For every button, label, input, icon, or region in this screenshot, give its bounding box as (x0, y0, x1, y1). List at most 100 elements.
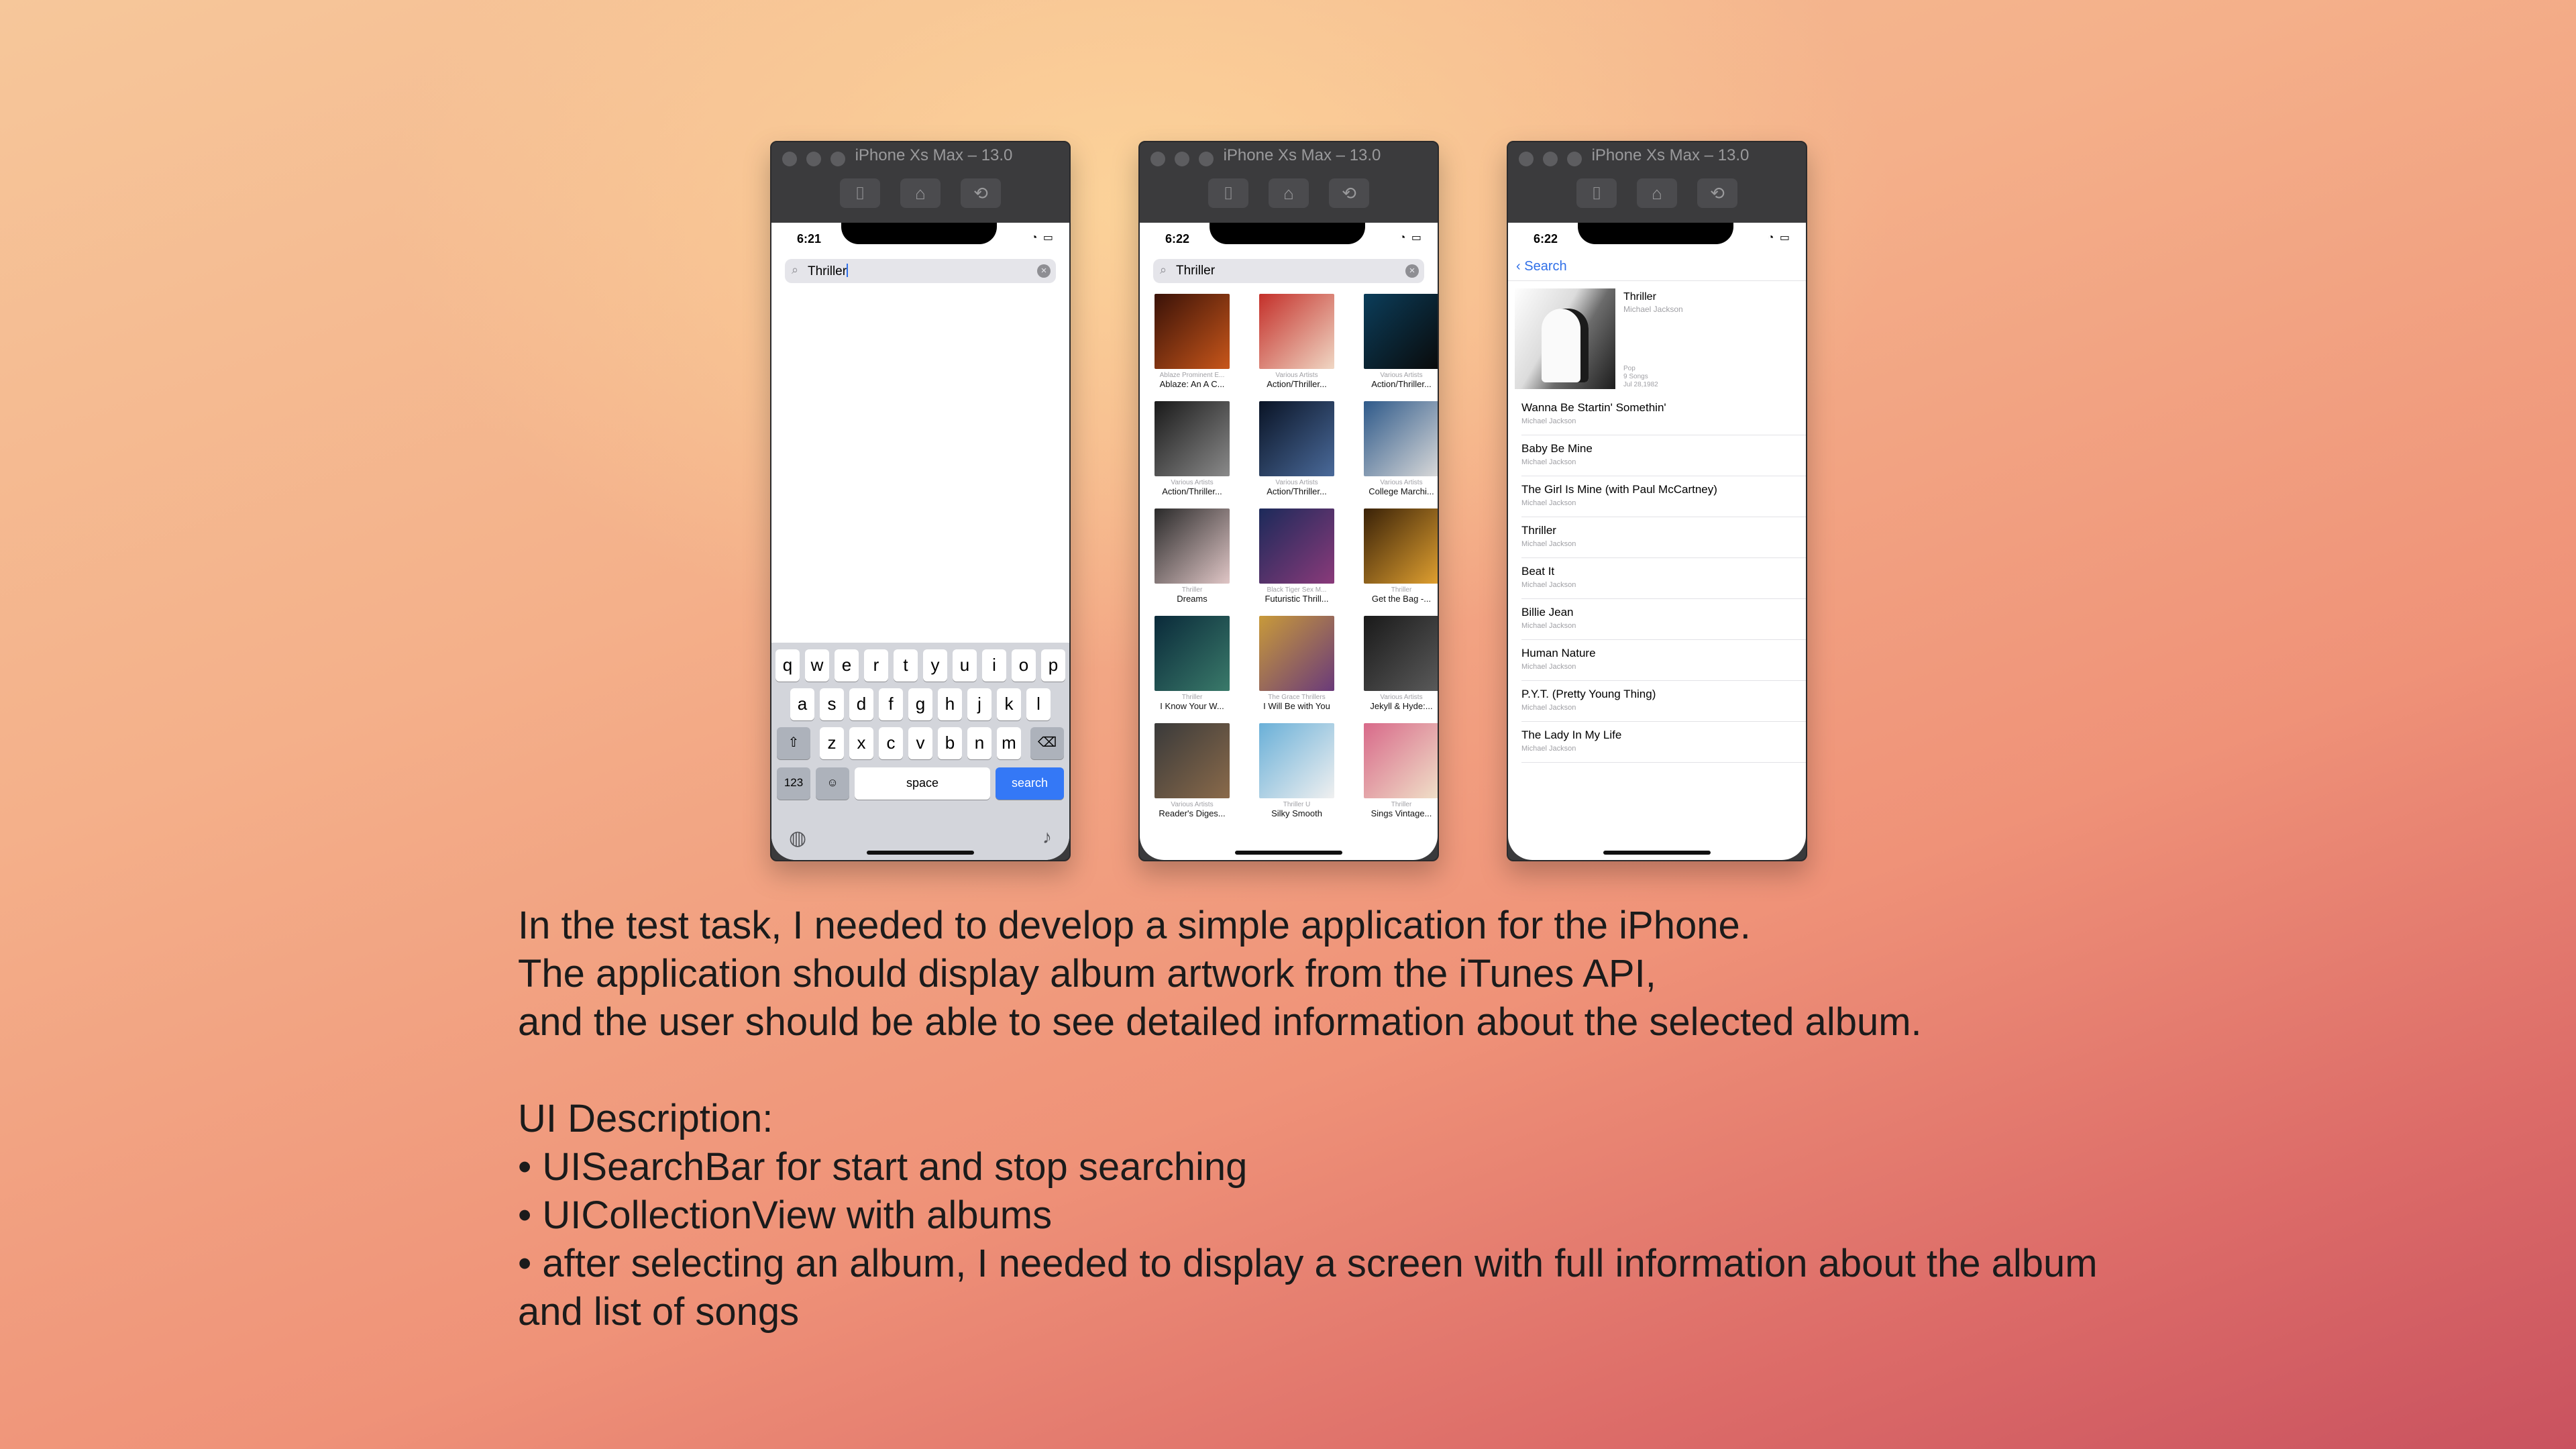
album-artist: Various Artists (1171, 801, 1214, 808)
album-artwork (1259, 401, 1334, 476)
song-title: Baby Be Mine (1521, 442, 1593, 455)
key-g[interactable]: g (908, 688, 932, 720)
song-artist: Michael Jackson (1521, 704, 1576, 712)
song-artist: Michael Jackson (1521, 417, 1576, 425)
rotate-icon[interactable]: ⟲ (961, 178, 1001, 208)
search-bar[interactable]: ⌕ Thriller × (1153, 259, 1424, 283)
album-cell[interactable]: Thriller Dreams (1146, 508, 1238, 609)
screenshot-camera-icon[interactable]: ⌷ (840, 178, 880, 208)
song-row[interactable]: P.Y.T. (Pretty Young Thing) Michael Jacks… (1521, 681, 1806, 722)
key-s[interactable]: s (820, 688, 844, 720)
album-cell[interactable]: Various Artists Action/Thriller... (1251, 401, 1342, 502)
description: In the test task, I needed to develop a … (518, 902, 2128, 1336)
song-row[interactable]: Human Nature Michael Jackson (1521, 640, 1806, 681)
album-title: I Will Be with You (1263, 701, 1330, 711)
key-i[interactable]: i (982, 649, 1006, 682)
song-title: Human Nature (1521, 647, 1596, 659)
bullet-searchbar: • UISearchBar for start and stop searchi… (518, 1145, 1248, 1189)
song-row[interactable]: Thriller Michael Jackson (1521, 517, 1806, 558)
album-cell[interactable]: The Grace Thrillers I Will Be with You (1251, 616, 1342, 716)
search-key[interactable]: search (996, 767, 1064, 800)
rotate-icon[interactable]: ⟲ (1697, 178, 1737, 208)
key-q[interactable]: q (775, 649, 800, 682)
album-title: Ablaze: An A C... (1159, 379, 1225, 389)
album-cell[interactable]: Various Artists Action/Thriller... (1251, 294, 1342, 394)
clear-icon[interactable]: × (1405, 264, 1419, 278)
screenshot-camera-icon[interactable]: ⌷ (1576, 178, 1617, 208)
key-d[interactable]: d (849, 688, 873, 720)
simulator-window-detail: iPhone Xs Max – 13.0 ⌷ ⌂ ⟲ 6:22 ◔ ▭ ‹ Se… (1507, 141, 1807, 861)
space-key[interactable]: space (855, 767, 991, 800)
globe-icon[interactable]: ◍ (789, 826, 806, 850)
key-a[interactable]: a (790, 688, 814, 720)
key-v[interactable]: v (908, 727, 932, 759)
key-n[interactable]: n (967, 727, 991, 759)
key-e[interactable]: e (835, 649, 859, 682)
emoji-key[interactable]: ☺ (816, 767, 849, 800)
album-cell[interactable]: Various Artists Action/Thriller... (1356, 294, 1438, 394)
song-artist: Michael Jackson (1521, 581, 1576, 589)
album-title: Reader's Diges... (1159, 808, 1226, 818)
song-artist: Michael Jackson (1521, 499, 1576, 507)
key-p[interactable]: p (1041, 649, 1065, 682)
album-title: Jekyll & Hyde:... (1370, 701, 1433, 711)
key-t[interactable]: t (894, 649, 918, 682)
key-b[interactable]: b (938, 727, 962, 759)
key-l[interactable]: l (1026, 688, 1051, 720)
home-icon[interactable]: ⌂ (900, 178, 941, 208)
album-cell[interactable]: Thriller I Know Your W... (1146, 616, 1238, 716)
song-row[interactable]: The Girl Is Mine (with Paul McCartney) Mi… (1521, 476, 1806, 517)
microphone-icon[interactable]: ♪ (1042, 826, 1052, 848)
album-cell[interactable]: Thriller Sings Vintage... (1356, 723, 1438, 824)
album-cell[interactable]: Black Tiger Sex M... Futuristic Thrill... (1251, 508, 1342, 609)
status-time: 6:22 (1165, 232, 1190, 246)
album-cell[interactable]: Thriller U Silky Smooth (1251, 723, 1342, 824)
song-row[interactable]: Baby Be Mine Michael Jackson (1521, 435, 1806, 476)
album-cell[interactable]: Thriller Get the Bag -... (1356, 508, 1438, 609)
album-cell[interactable]: Various Artists Action/Thriller... (1146, 401, 1238, 502)
key-r[interactable]: r (864, 649, 888, 682)
album-artwork (1155, 294, 1230, 369)
key-f[interactable]: f (879, 688, 903, 720)
album-title: Action/Thriller... (1267, 379, 1327, 389)
home-icon[interactable]: ⌂ (1637, 178, 1677, 208)
album-artwork (1364, 723, 1438, 798)
album-artist: Thriller (1181, 586, 1203, 594)
song-row[interactable]: Beat It Michael Jackson (1521, 558, 1806, 599)
search-bar[interactable]: ⌕ Thriller × (785, 259, 1056, 283)
album-artwork (1364, 294, 1438, 369)
clear-icon[interactable]: × (1037, 264, 1051, 278)
key-h[interactable]: h (938, 688, 962, 720)
key-j[interactable]: j (967, 688, 991, 720)
album-cell[interactable]: Various Artists Jekyll & Hyde:... (1356, 616, 1438, 716)
key-y[interactable]: y (923, 649, 947, 682)
key-w[interactable]: w (805, 649, 829, 682)
back-button[interactable]: ‹ Search (1516, 259, 1567, 274)
key-k[interactable]: k (997, 688, 1021, 720)
key-o[interactable]: o (1012, 649, 1036, 682)
numbers-key[interactable]: 123 (777, 767, 810, 800)
album-artist: Michael Jackson (1623, 305, 1683, 314)
key-m[interactable]: m (997, 727, 1021, 759)
home-indicator (867, 851, 974, 855)
rotate-icon[interactable]: ⟲ (1329, 178, 1369, 208)
song-row[interactable]: Wanna Be Startin' Somethin' Michael Jacks… (1521, 394, 1806, 435)
key-x[interactable]: x (849, 727, 873, 759)
album-cell[interactable]: Various Artists College Marchi... (1356, 401, 1438, 502)
key-c[interactable]: c (879, 727, 903, 759)
album-cell[interactable]: Various Artists Reader's Diges... (1146, 723, 1238, 824)
song-row[interactable]: The Lady In My Life Michael Jackson (1521, 722, 1806, 763)
status-time: 6:21 (797, 232, 822, 246)
key-u[interactable]: u (953, 649, 977, 682)
screenshot-camera-icon[interactable]: ⌷ (1208, 178, 1248, 208)
shift-key[interactable]: ⇧ (777, 727, 810, 759)
song-row[interactable]: Billie Jean Michael Jackson (1521, 599, 1806, 640)
song-artist: Michael Jackson (1521, 745, 1576, 753)
search-input[interactable]: Thriller (808, 264, 849, 279)
album-cell[interactable]: Ablaze Prominent E... Ablaze: An A C... (1146, 294, 1238, 394)
key-z[interactable]: z (820, 727, 844, 759)
home-icon[interactable]: ⌂ (1269, 178, 1309, 208)
delete-key[interactable]: ⌫ (1030, 727, 1064, 759)
search-input[interactable]: Thriller (1176, 264, 1215, 278)
album-artwork (1364, 508, 1438, 584)
